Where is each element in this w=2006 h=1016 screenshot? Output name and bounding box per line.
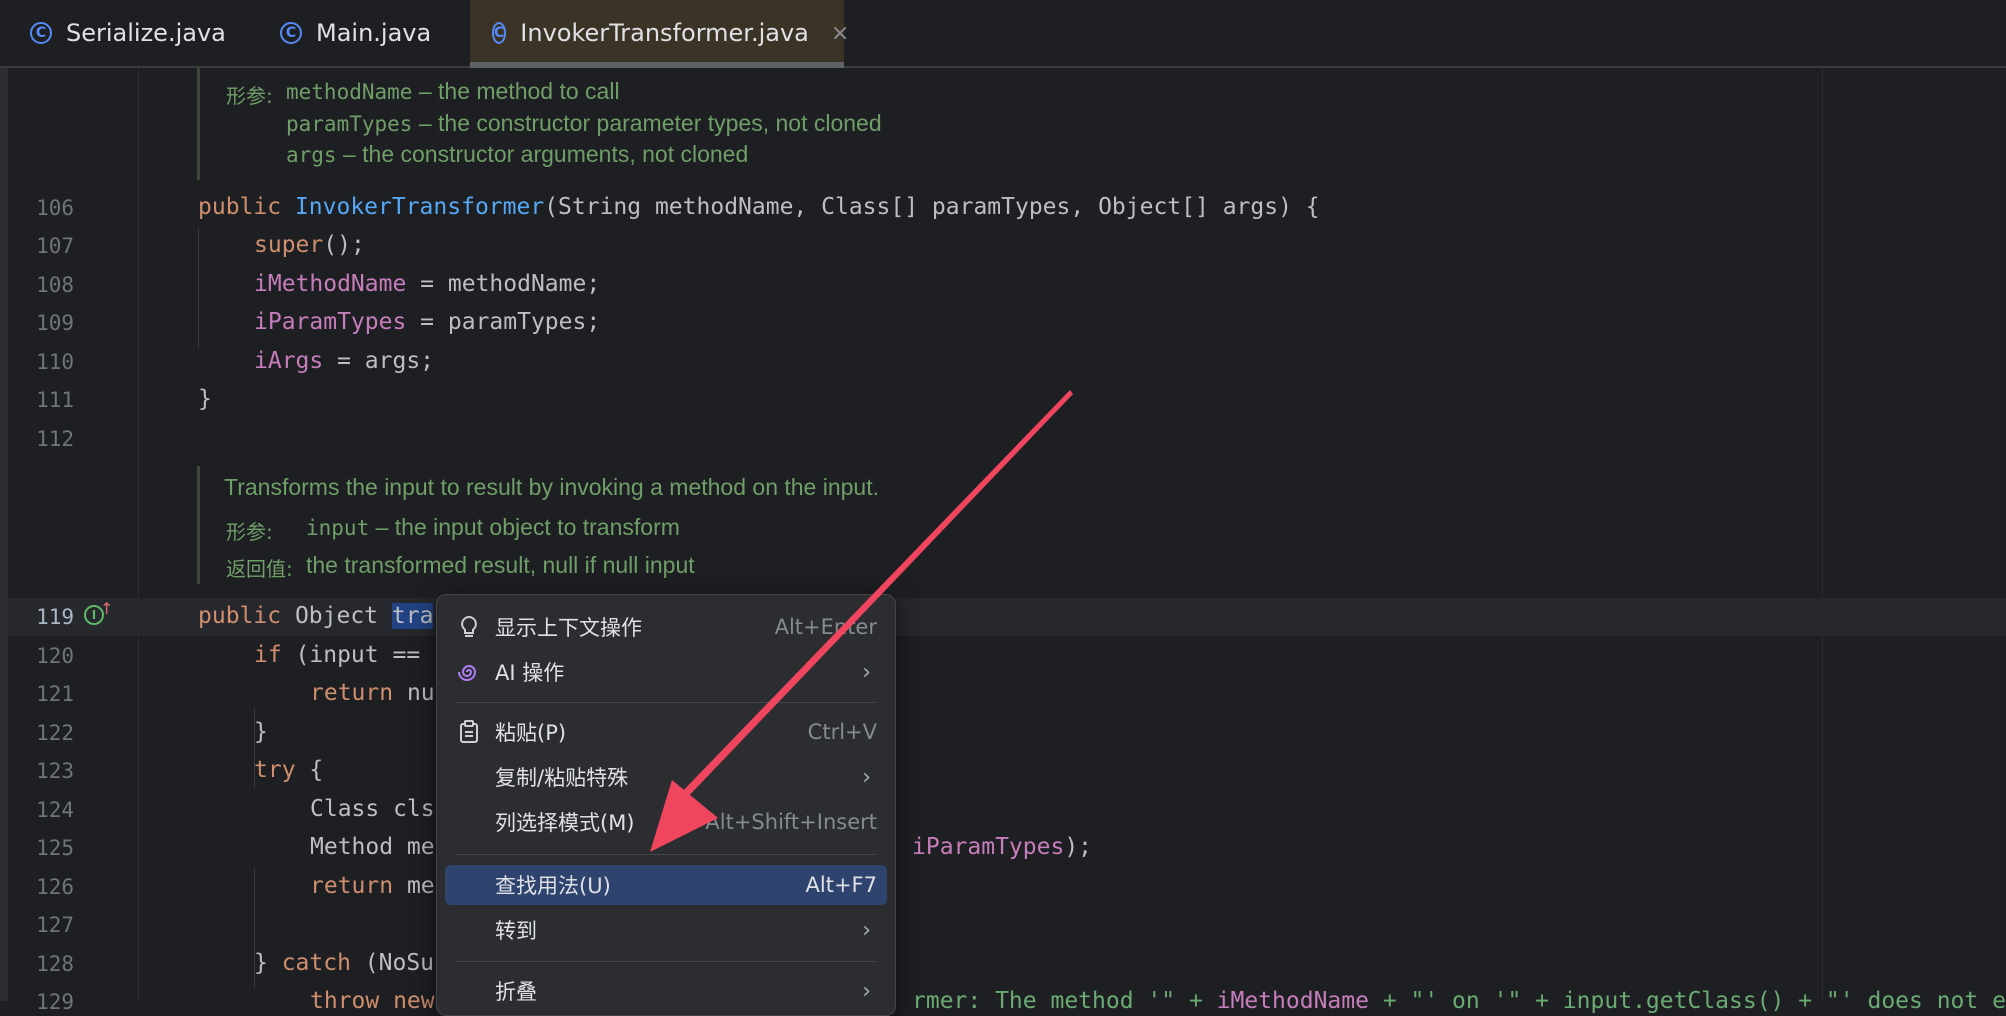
annotation-arrow bbox=[650, 390, 1073, 852]
